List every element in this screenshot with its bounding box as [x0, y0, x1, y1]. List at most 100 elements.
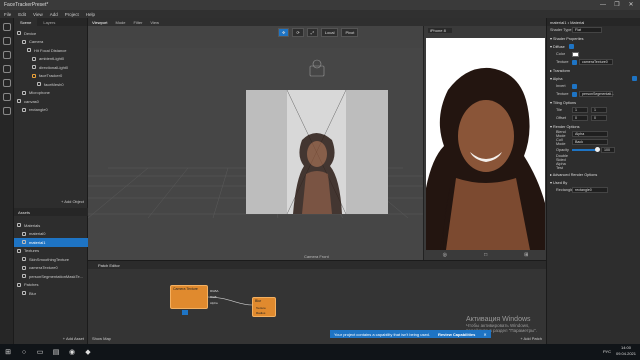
add-object-button[interactable]: + Add Object	[61, 199, 84, 204]
property-field[interactable]: Back	[572, 139, 608, 145]
blur-node[interactable]: Blur Texture Radius	[252, 297, 276, 317]
test-tool-icon[interactable]	[3, 79, 11, 87]
property-label[interactable]: ▸ Transform	[550, 68, 570, 73]
tree-row[interactable]: personSegmentationMaskTe...	[14, 272, 88, 281]
review-capabilities-button[interactable]: Review Capabilities	[438, 332, 475, 337]
show-map-button[interactable]: Show Map	[92, 336, 111, 341]
close-button[interactable]: ✕	[624, 0, 638, 10]
tree-row[interactable]: faceTracker0	[14, 72, 87, 81]
section-checkbox[interactable]	[568, 43, 574, 49]
field-checkbox[interactable]	[572, 91, 577, 97]
move-tool-button[interactable]: ✥	[278, 28, 290, 37]
spark-ar-icon[interactable]: ◆	[80, 344, 96, 360]
maximize-button[interactable]: ❐	[610, 0, 624, 10]
port-rgba[interactable]: RGBA	[210, 289, 219, 293]
rotate-tool-button[interactable]: ⟳	[292, 28, 304, 37]
search-icon[interactable]: ○	[16, 344, 32, 360]
shader-type-select[interactable]: Flat	[572, 27, 602, 33]
port-alpha[interactable]: Alpha	[210, 301, 218, 305]
minimize-button[interactable]: —	[596, 0, 610, 10]
number-field[interactable]: 0	[572, 115, 588, 121]
tree-row[interactable]: Patches	[14, 281, 88, 290]
tree-row[interactable]: Textures	[14, 247, 88, 256]
tree-row[interactable]: SkinSmoothingTexture	[14, 255, 88, 264]
property-label[interactable]: ▾ Shader Properties	[550, 36, 584, 41]
field-checkbox[interactable]	[572, 59, 577, 65]
property-field[interactable]: cameraTexture0	[579, 59, 613, 65]
device-select[interactable]: iPhone 8	[428, 27, 452, 33]
tree-row[interactable]: Microphone	[14, 89, 87, 98]
tree-row[interactable]: rectangle0	[14, 106, 87, 115]
tree-row[interactable]: Materials	[14, 221, 88, 230]
tree-row[interactable]: Device	[14, 29, 87, 38]
camera-texture-node[interactable]: Camera Texture	[170, 285, 208, 309]
grid-icon[interactable]: ⊞	[524, 252, 528, 258]
explorer-icon[interactable]: ▤	[48, 344, 64, 360]
language-indicator[interactable]: РУС	[603, 349, 611, 354]
property-field[interactable]: Alpha	[572, 131, 608, 137]
menu-help[interactable]: Help	[86, 12, 95, 17]
opacity-slider[interactable]	[572, 147, 600, 153]
number-field[interactable]: 0	[591, 115, 607, 121]
color-swatch[interactable]	[572, 51, 579, 57]
tab-scene[interactable]: Scene	[14, 18, 38, 26]
scene-3d-view[interactable]	[88, 48, 423, 260]
menu-view[interactable]: View	[33, 12, 43, 17]
menu-mode[interactable]: Mode	[116, 20, 126, 25]
port-rgb[interactable]: RGB	[210, 295, 217, 299]
share-tool-icon[interactable]	[3, 107, 11, 115]
property-label[interactable]: ▾ Used By	[550, 180, 567, 185]
tab-viewport[interactable]: Viewport	[92, 20, 108, 25]
scene-tool-icon[interactable]	[3, 23, 11, 31]
tree-row[interactable]: Camera	[14, 38, 87, 47]
menu-file[interactable]: File	[4, 12, 11, 17]
property-label[interactable]: ▾ Alpha	[550, 76, 562, 81]
tree-row[interactable]: Hit Focal Distance	[14, 46, 87, 55]
start-icon[interactable]: ⊞	[0, 344, 16, 360]
menu-filter[interactable]: Filter	[134, 20, 143, 25]
port-radius[interactable]: Radius	[256, 311, 265, 315]
invert-checkbox[interactable]	[572, 83, 577, 89]
record-icon[interactable]: ◎	[443, 252, 447, 258]
slider-handle[interactable]	[595, 147, 600, 153]
menu-edit[interactable]: Edit	[18, 12, 26, 17]
device-frame-icon[interactable]: □	[484, 252, 487, 258]
tree-row[interactable]: material1	[14, 238, 88, 247]
property-label[interactable]: ▾ Diffuse	[550, 44, 565, 49]
add-patch-button[interactable]: + Add Patch	[520, 336, 542, 341]
node-expand-icon[interactable]	[182, 310, 188, 315]
upload-tool-icon[interactable]	[3, 93, 11, 101]
tree-row[interactable]: faceMesh0	[14, 80, 87, 89]
property-field[interactable]: rectangle0	[572, 187, 608, 193]
property-field[interactable]: personSegmentati...	[579, 91, 614, 97]
menu-add[interactable]: Add	[50, 12, 58, 17]
tree-row[interactable]: cameraTexture0	[14, 264, 88, 273]
tree-row[interactable]: material0	[14, 230, 88, 239]
tree-row[interactable]: canvas0	[14, 97, 87, 106]
library-tool-icon[interactable]	[3, 65, 11, 73]
tree-row[interactable]: ambientLight0	[14, 55, 87, 64]
scale-tool-button[interactable]: ⤢	[306, 28, 318, 37]
tree-row[interactable]: Blur	[14, 289, 88, 298]
pivot-toggle[interactable]: Pivot	[341, 28, 359, 37]
menu-project[interactable]: Project	[65, 12, 79, 17]
property-label[interactable]: ▸ Advanced Render Options	[550, 172, 597, 177]
number-field[interactable]: 1	[572, 107, 588, 113]
clock[interactable]: 14:00 09.04.2021	[616, 345, 636, 357]
tree-row[interactable]: directionalLight0	[14, 63, 87, 72]
task-view-icon[interactable]: ▭	[32, 344, 48, 360]
opacity-value[interactable]: 100	[601, 147, 615, 153]
add-asset-button[interactable]: + Add Asset	[63, 336, 84, 341]
local-toggle[interactable]: Local	[320, 28, 339, 37]
browser-icon[interactable]: ◉	[64, 344, 80, 360]
port-texture[interactable]: Texture	[256, 306, 266, 310]
section-toggle[interactable]	[632, 75, 637, 81]
patch-tool-icon[interactable]	[3, 37, 11, 45]
property-label[interactable]: ▾ Render Options	[550, 124, 580, 129]
close-notice-icon[interactable]: ✕	[483, 332, 486, 337]
number-field[interactable]: 1	[591, 107, 607, 113]
property-label[interactable]: ▾ Tiling Options	[550, 100, 576, 105]
menu-view-viewport[interactable]: View	[150, 20, 159, 25]
tab-layers[interactable]: Layers	[37, 18, 61, 26]
effects-tool-icon[interactable]	[3, 51, 11, 59]
